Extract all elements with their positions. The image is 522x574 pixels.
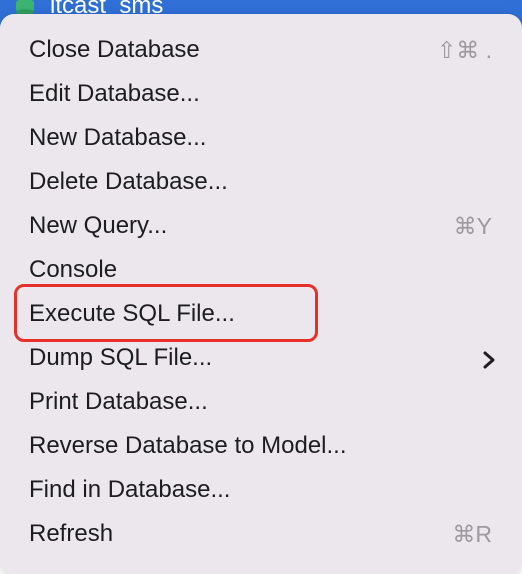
context-menu: Close Database ⇧⌘ . Edit Database... New…	[0, 14, 522, 574]
menu-item-refresh[interactable]: Refresh ⌘R	[0, 514, 522, 558]
shortcut-label: ⇧⌘ .	[436, 37, 492, 63]
menu-item-label: New Database...	[29, 124, 207, 151]
menu-item-label: Refresh	[29, 520, 114, 547]
menu-item-reverse-database-to-model[interactable]: Reverse Database to Model...	[0, 426, 522, 470]
menu-item-label: Delete Database...	[29, 168, 228, 195]
menu-item-label: Dump SQL File...	[29, 344, 213, 371]
menu-item-label: Find in Database...	[29, 476, 231, 503]
menu-item-dump-sql-file[interactable]: Dump SQL File...	[0, 338, 522, 382]
menu-item-close-database[interactable]: Close Database ⇧⌘ .	[0, 30, 522, 74]
menu-item-label: Edit Database...	[29, 80, 200, 107]
menu-item-execute-sql-file[interactable]: Execute SQL File...	[0, 294, 522, 338]
menu-item-delete-database[interactable]: Delete Database...	[0, 162, 522, 206]
shortcut-label: ⌘R	[452, 521, 492, 547]
menu-item-label: Execute SQL File...	[29, 300, 235, 327]
menu-item-new-query[interactable]: New Query... ⌘Y	[0, 206, 522, 250]
database-icon	[16, 0, 34, 14]
chevron-right-icon	[483, 351, 495, 369]
menu-item-find-in-database[interactable]: Find in Database...	[0, 470, 522, 514]
menu-item-new-database[interactable]: New Database...	[0, 118, 522, 162]
menu-item-label: Console	[29, 256, 118, 283]
menu-item-console[interactable]: Console	[0, 250, 522, 294]
menu-item-label: Reverse Database to Model...	[29, 432, 347, 459]
menu-item-label: Print Database...	[29, 388, 208, 415]
menu-item-label: Close Database	[29, 36, 200, 63]
menu-item-print-database[interactable]: Print Database...	[0, 382, 522, 426]
shortcut-label: ⌘Y	[453, 213, 492, 239]
menu-item-label: New Query...	[29, 212, 168, 239]
menu-item-edit-database[interactable]: Edit Database...	[0, 74, 522, 118]
